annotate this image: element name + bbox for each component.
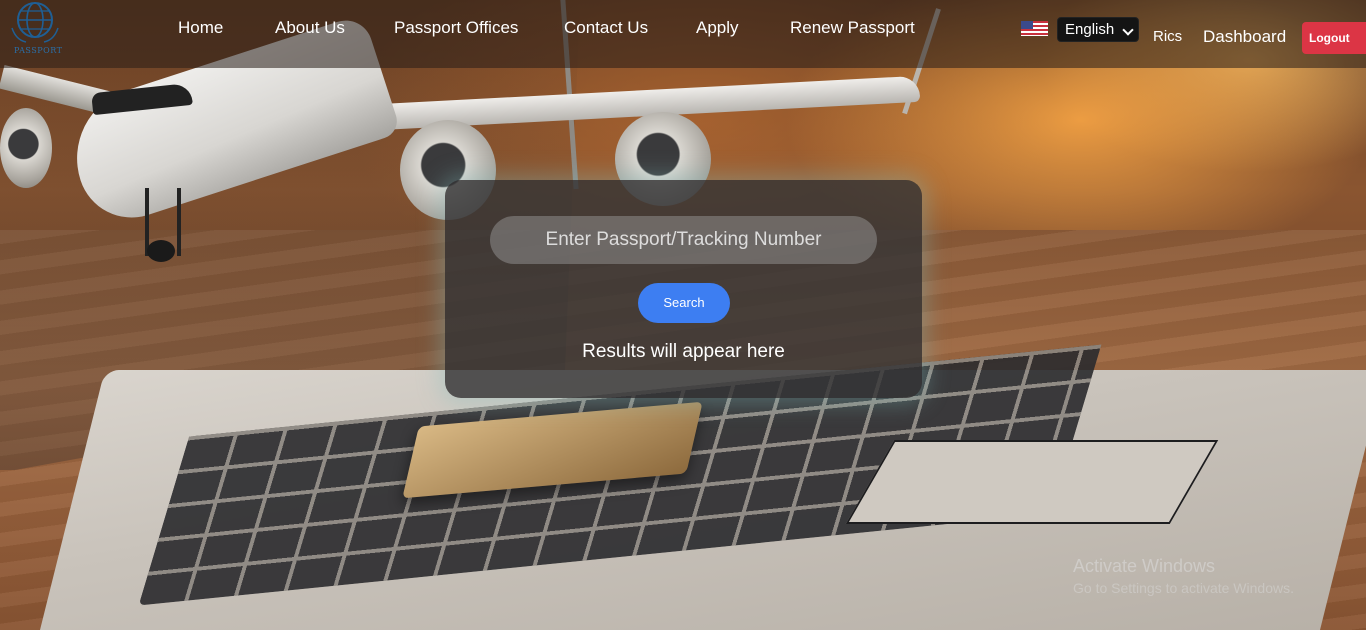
- nav-renew-passport-link[interactable]: Renew Passport: [790, 18, 915, 38]
- nav-about-link[interactable]: About Us: [275, 18, 345, 38]
- laptop-trackpad: [845, 440, 1219, 524]
- navbar: PASSPORT Home About Us Passport Offices …: [0, 0, 1366, 68]
- nav-home-link[interactable]: Home: [178, 18, 223, 38]
- plane-landing-gear: [145, 188, 181, 262]
- logout-button[interactable]: Logout: [1302, 22, 1366, 54]
- language-select[interactable]: English: [1057, 17, 1139, 42]
- nav-apply-link[interactable]: Apply: [696, 18, 739, 38]
- nav-contact-link[interactable]: Contact Us: [564, 18, 648, 38]
- user-name[interactable]: Rics: [1153, 28, 1182, 45]
- page: PASSPORT Home About Us Passport Offices …: [0, 0, 1366, 630]
- globe-icon: [11, 2, 59, 43]
- chevron-down-icon: [1122, 24, 1134, 36]
- logo-text: PASSPORT: [14, 46, 63, 55]
- activate-windows-subtitle: Go to Settings to activate Windows.: [1073, 580, 1294, 596]
- passport-tracking-input[interactable]: Enter Passport/Tracking Number: [490, 216, 877, 264]
- tracking-search-card: Enter Passport/Tracking Number Search Re…: [445, 180, 922, 398]
- nav-passport-offices-link[interactable]: Passport Offices: [394, 18, 518, 38]
- language-selected-value: English: [1065, 21, 1115, 38]
- dashboard-link[interactable]: Dashboard: [1203, 27, 1286, 47]
- search-button[interactable]: Search: [638, 283, 730, 323]
- passport-logo[interactable]: PASSPORT: [4, 0, 66, 60]
- plane-engine-left: [0, 108, 52, 188]
- activate-windows-title: Activate Windows: [1073, 556, 1216, 576]
- us-flag-icon: [1021, 21, 1048, 36]
- results-placeholder-text: Results will appear here: [582, 341, 785, 362]
